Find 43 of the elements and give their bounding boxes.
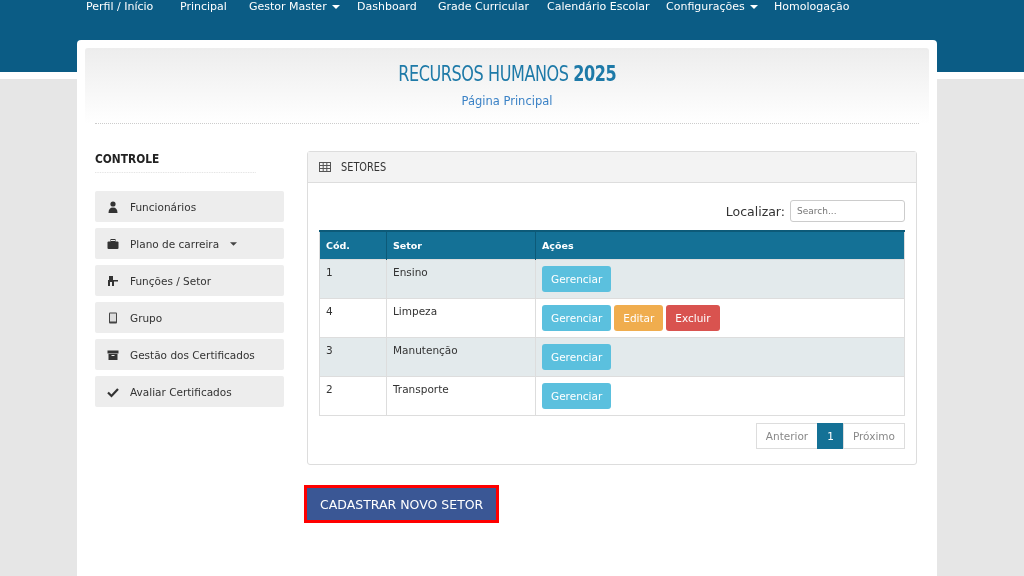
search-field[interactable]: Search...: [790, 200, 905, 222]
nav-link[interactable]: Grade Curricular: [438, 0, 547, 14]
tablet-icon: [107, 311, 119, 324]
nav-link[interactable]: Homologação: [774, 0, 850, 14]
sidebar-item[interactable]: Gestão dos Certificados: [95, 339, 284, 370]
panel-title: SETORES: [341, 160, 387, 174]
pagination-button[interactable]: 1: [817, 423, 844, 449]
structure-icon: [107, 274, 119, 287]
column-header: Ações: [535, 231, 905, 260]
sidebar-item[interactable]: Grupo: [95, 302, 284, 333]
page-title: RECURSOS HUMANOS 2025: [398, 62, 616, 86]
caret-icon: [331, 5, 340, 9]
nav-link[interactable]: Perfil / Início: [86, 0, 180, 14]
sidebar-item[interactable]: Funcionários: [95, 191, 284, 222]
user-icon: [107, 200, 119, 213]
caret-icon: [230, 241, 238, 246]
pagination-button[interactable]: Anterior: [755, 423, 819, 449]
table-cell: 1: [319, 259, 387, 299]
table-icon: [319, 162, 331, 172]
briefcase-icon: [107, 237, 119, 250]
sidebar-item[interactable]: Plano de carreira: [95, 228, 284, 259]
nav-link[interactable]: Principal: [180, 0, 249, 14]
delete-button[interactable]: Excluir: [666, 305, 720, 331]
nav-link[interactable]: Dashboard: [357, 0, 438, 14]
archive-icon: [107, 348, 119, 361]
table-cell: Manutenção: [386, 337, 536, 377]
sidebar-title: CONTROLE: [95, 151, 256, 173]
pagination-button[interactable]: Próximo: [842, 423, 905, 449]
sidebar-item[interactable]: Avaliar Certificados: [95, 376, 284, 407]
table-cell: 2: [319, 376, 387, 416]
nav-link[interactable]: Gestor Master: [249, 0, 357, 14]
table-cell: Ensino: [386, 259, 536, 299]
nav-link[interactable]: Configurações: [666, 0, 774, 14]
page-subtitle: Página Principal: [461, 94, 553, 108]
search-label: Localizar:: [725, 203, 785, 219]
table-cell: Transporte: [386, 376, 536, 416]
table-cell: 3: [319, 337, 387, 377]
column-header: Cód.: [319, 231, 387, 260]
sidebar-item[interactable]: Funções / Setor: [95, 265, 284, 296]
add-sector-button[interactable]: CADASTRAR NOVO SETOR: [304, 485, 500, 523]
caret-icon: [749, 5, 758, 9]
nav-link[interactable]: Calendário Escolar: [547, 0, 666, 14]
column-header: Setor: [386, 231, 536, 260]
